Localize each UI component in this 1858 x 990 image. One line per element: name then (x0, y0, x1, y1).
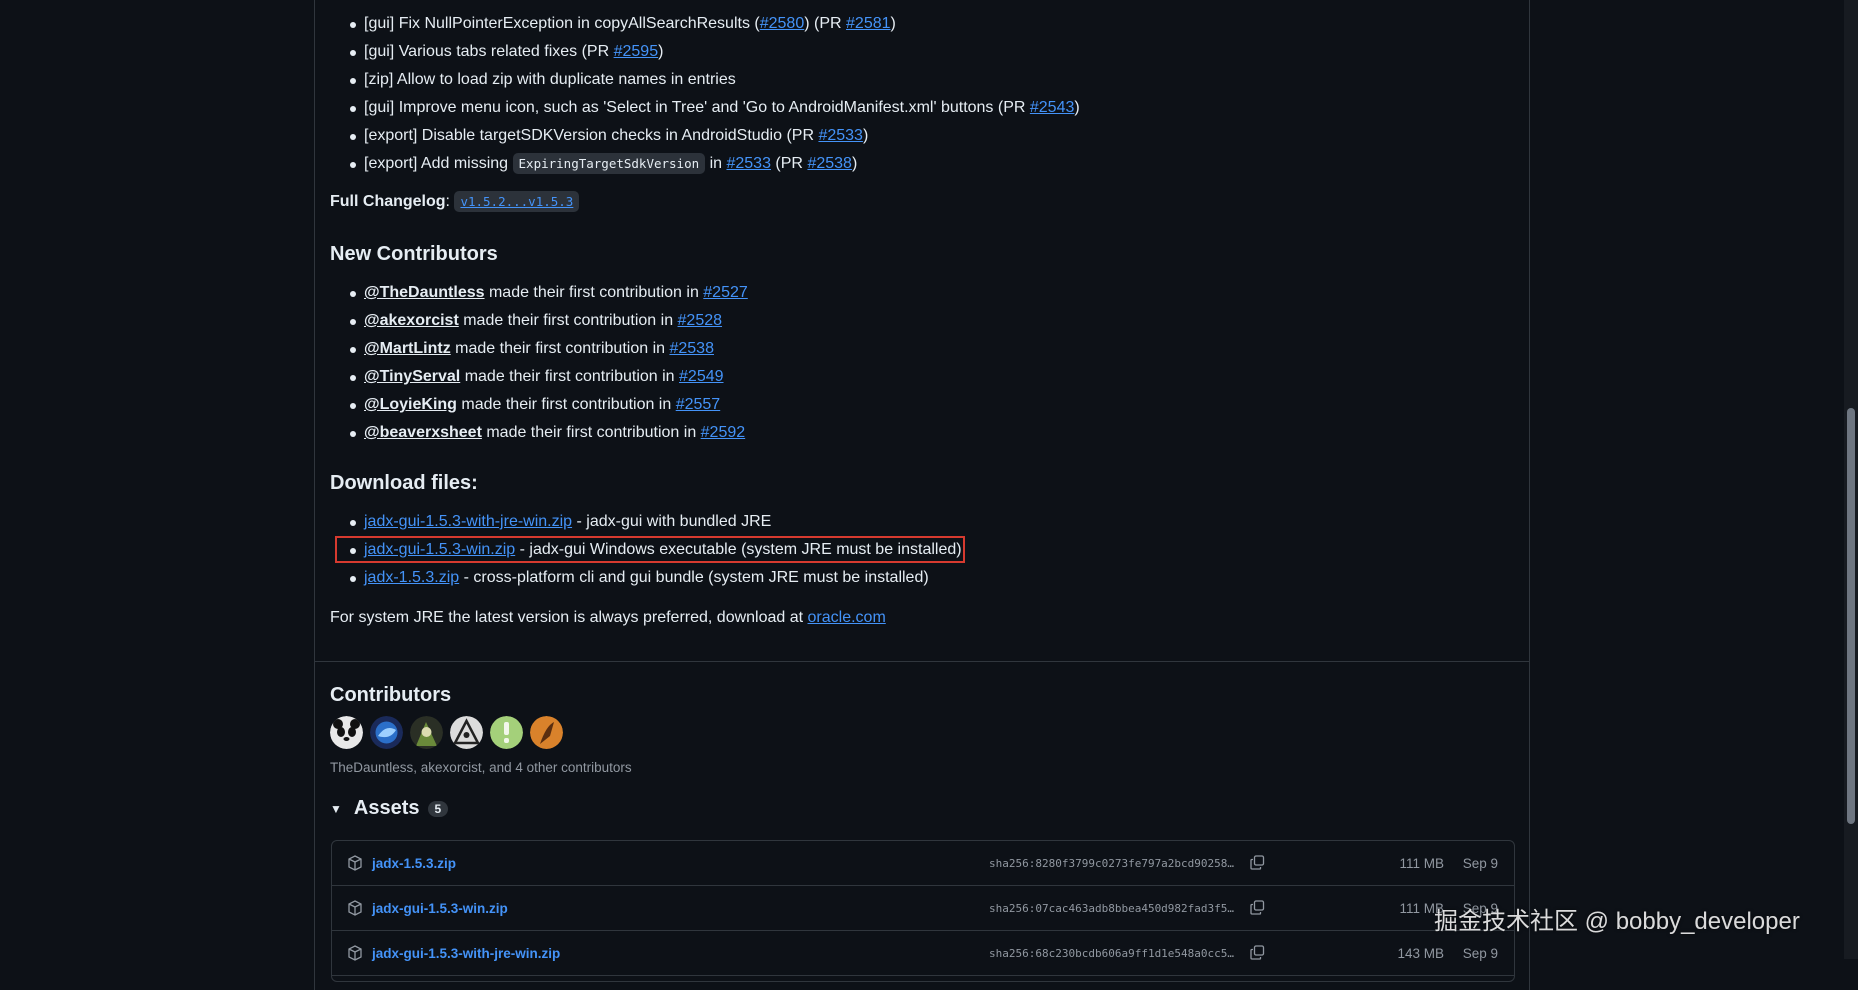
download-link[interactable]: jadx-gui-1.5.3-with-jre-win.zip (364, 513, 572, 530)
highlight-box (335, 536, 965, 563)
avatar[interactable] (370, 716, 403, 749)
list-item: [gui] Various tabs related fixes (PR #25… (348, 38, 1080, 66)
copy-icon[interactable] (1250, 855, 1265, 873)
package-icon (348, 900, 362, 919)
assets-count-badge: 5 (427, 800, 449, 817)
copy-icon[interactable] (1250, 900, 1265, 918)
list-item: [export] Disable targetSDKVersion checks… (348, 122, 1080, 150)
triangle-down-icon: ▼ (330, 801, 342, 816)
asset-row: jadx-1.5.3.zip sha256:8280f3799c0273fe79… (332, 841, 1514, 886)
asset-sha: sha256:8280f3799c0273fe797a2bcd90258… (989, 856, 1235, 870)
asset-download-link[interactable]: jadx-gui-1.5.3-win.zip (372, 901, 508, 916)
avatar[interactable] (530, 716, 563, 749)
list-item: @beaverxsheet made their first contribut… (348, 419, 748, 447)
list-item: [zip] Allow to load zip with duplicate n… (348, 66, 1080, 94)
changelog-compare-link[interactable]: v1.5.2...v1.5.3 (454, 191, 580, 212)
asset-date: Sep 9 (1462, 945, 1498, 961)
user-link[interactable]: @MartLintz (364, 340, 451, 357)
pr-link[interactable]: #2538 (669, 340, 714, 357)
package-icon (348, 945, 362, 964)
asset-download-link[interactable]: jadx-gui-1.5.3-with-jre-win.zip (372, 946, 560, 961)
asset-row: jadx-gui-1.5.3-win.zip sha256:07cac463ad… (332, 886, 1514, 931)
contributor-avatars (330, 716, 563, 749)
pr-link[interactable]: #2549 (679, 368, 724, 385)
watermark: 掘金技术社区 @ bobby_developer (1434, 908, 1800, 935)
asset-sha: sha256:07cac463adb8bbea450d982fad3f5… (989, 901, 1235, 915)
list-item: @TinyServal made their first contributio… (348, 363, 748, 391)
asset-download-link[interactable]: jadx-1.5.3.zip (372, 856, 456, 871)
pr-link[interactable]: #2595 (614, 43, 659, 60)
pr-link[interactable]: #2527 (703, 284, 748, 301)
asset-size: 111 MB (1399, 900, 1444, 916)
copy-icon[interactable] (1250, 945, 1265, 963)
user-link[interactable]: @TinyServal (364, 368, 460, 385)
asset-size: 111 MB (1399, 855, 1444, 871)
full-changelog: Full Changelog: v1.5.2...v1.5.3 (330, 191, 580, 212)
pr-link[interactable]: #2533 (818, 127, 863, 144)
asset-date: Sep 9 (1462, 855, 1498, 871)
scrollbar-thumb[interactable] (1847, 408, 1855, 824)
issue-link[interactable]: #2580 (760, 15, 805, 32)
user-link[interactable]: @LoyieKing (364, 396, 457, 413)
changes-list: [gui] Fix NullPointerException in copyAl… (348, 10, 1080, 178)
assets-heading: Assets (353, 797, 420, 819)
list-item: jadx-gui-1.5.3-with-jre-win.zip - jadx-g… (348, 508, 962, 536)
assets-toggle[interactable]: ▼ Assets 5 (330, 797, 449, 820)
new-contributors-list: @TheDauntless made their first contribut… (348, 279, 748, 447)
oracle-link[interactable]: oracle.com (808, 609, 886, 626)
avatar[interactable] (450, 716, 483, 749)
user-link[interactable]: @akexorcist (364, 312, 459, 329)
new-contributors-heading: New Contributors (330, 243, 498, 265)
pr-link[interactable]: #2543 (1030, 99, 1075, 116)
download-link[interactable]: jadx-1.5.3.zip (364, 569, 459, 586)
scrollbar[interactable] (1844, 0, 1858, 959)
jre-note: For system JRE the latest version is alw… (330, 609, 886, 626)
list-item: @MartLintz made their first contribution… (348, 335, 748, 363)
list-item: @LoyieKing made their first contribution… (348, 391, 748, 419)
list-item: @TheDauntless made their first contribut… (348, 279, 748, 307)
avatar[interactable] (490, 716, 523, 749)
package-icon (348, 855, 362, 874)
section-divider (315, 661, 1529, 662)
avatar[interactable] (410, 716, 443, 749)
issue-link[interactable]: #2533 (726, 155, 771, 172)
user-link[interactable]: @beaverxsheet (364, 424, 482, 441)
list-item: @akexorcist made their first contributio… (348, 307, 748, 335)
list-item: jadx-1.5.3.zip - cross-platform cli and … (348, 564, 962, 592)
code-snippet: ExpiringTargetSdkVersion (512, 153, 706, 174)
contributors-summary: TheDauntless, akexorcist, and 4 other co… (330, 760, 632, 775)
assets-list: jadx-1.5.3.zip sha256:8280f3799c0273fe79… (331, 840, 1515, 982)
contributors-heading: Contributors (330, 684, 452, 706)
pr-link[interactable]: #2592 (701, 424, 746, 441)
asset-sha: sha256:68c230bcdb606a9ff1d1e548a0cc5… (989, 946, 1235, 960)
list-item: [gui] Fix NullPointerException in copyAl… (348, 10, 1080, 38)
pr-link[interactable]: #2528 (678, 312, 723, 329)
asset-row: jadx-gui-1.5.3-with-jre-win.zip sha256:6… (332, 931, 1514, 976)
user-link[interactable]: @TheDauntless (364, 284, 485, 301)
avatar[interactable] (330, 716, 363, 749)
pr-link[interactable]: #2557 (676, 396, 721, 413)
list-item: [export] Add missing ExpiringTargetSdkVe… (348, 150, 1080, 178)
asset-size: 143 MB (1397, 945, 1444, 961)
list-item: [gui] Improve menu icon, such as 'Select… (348, 94, 1080, 122)
download-files-heading: Download files: (330, 472, 478, 494)
pr-link[interactable]: #2538 (807, 155, 852, 172)
pr-link[interactable]: #2581 (846, 15, 891, 32)
